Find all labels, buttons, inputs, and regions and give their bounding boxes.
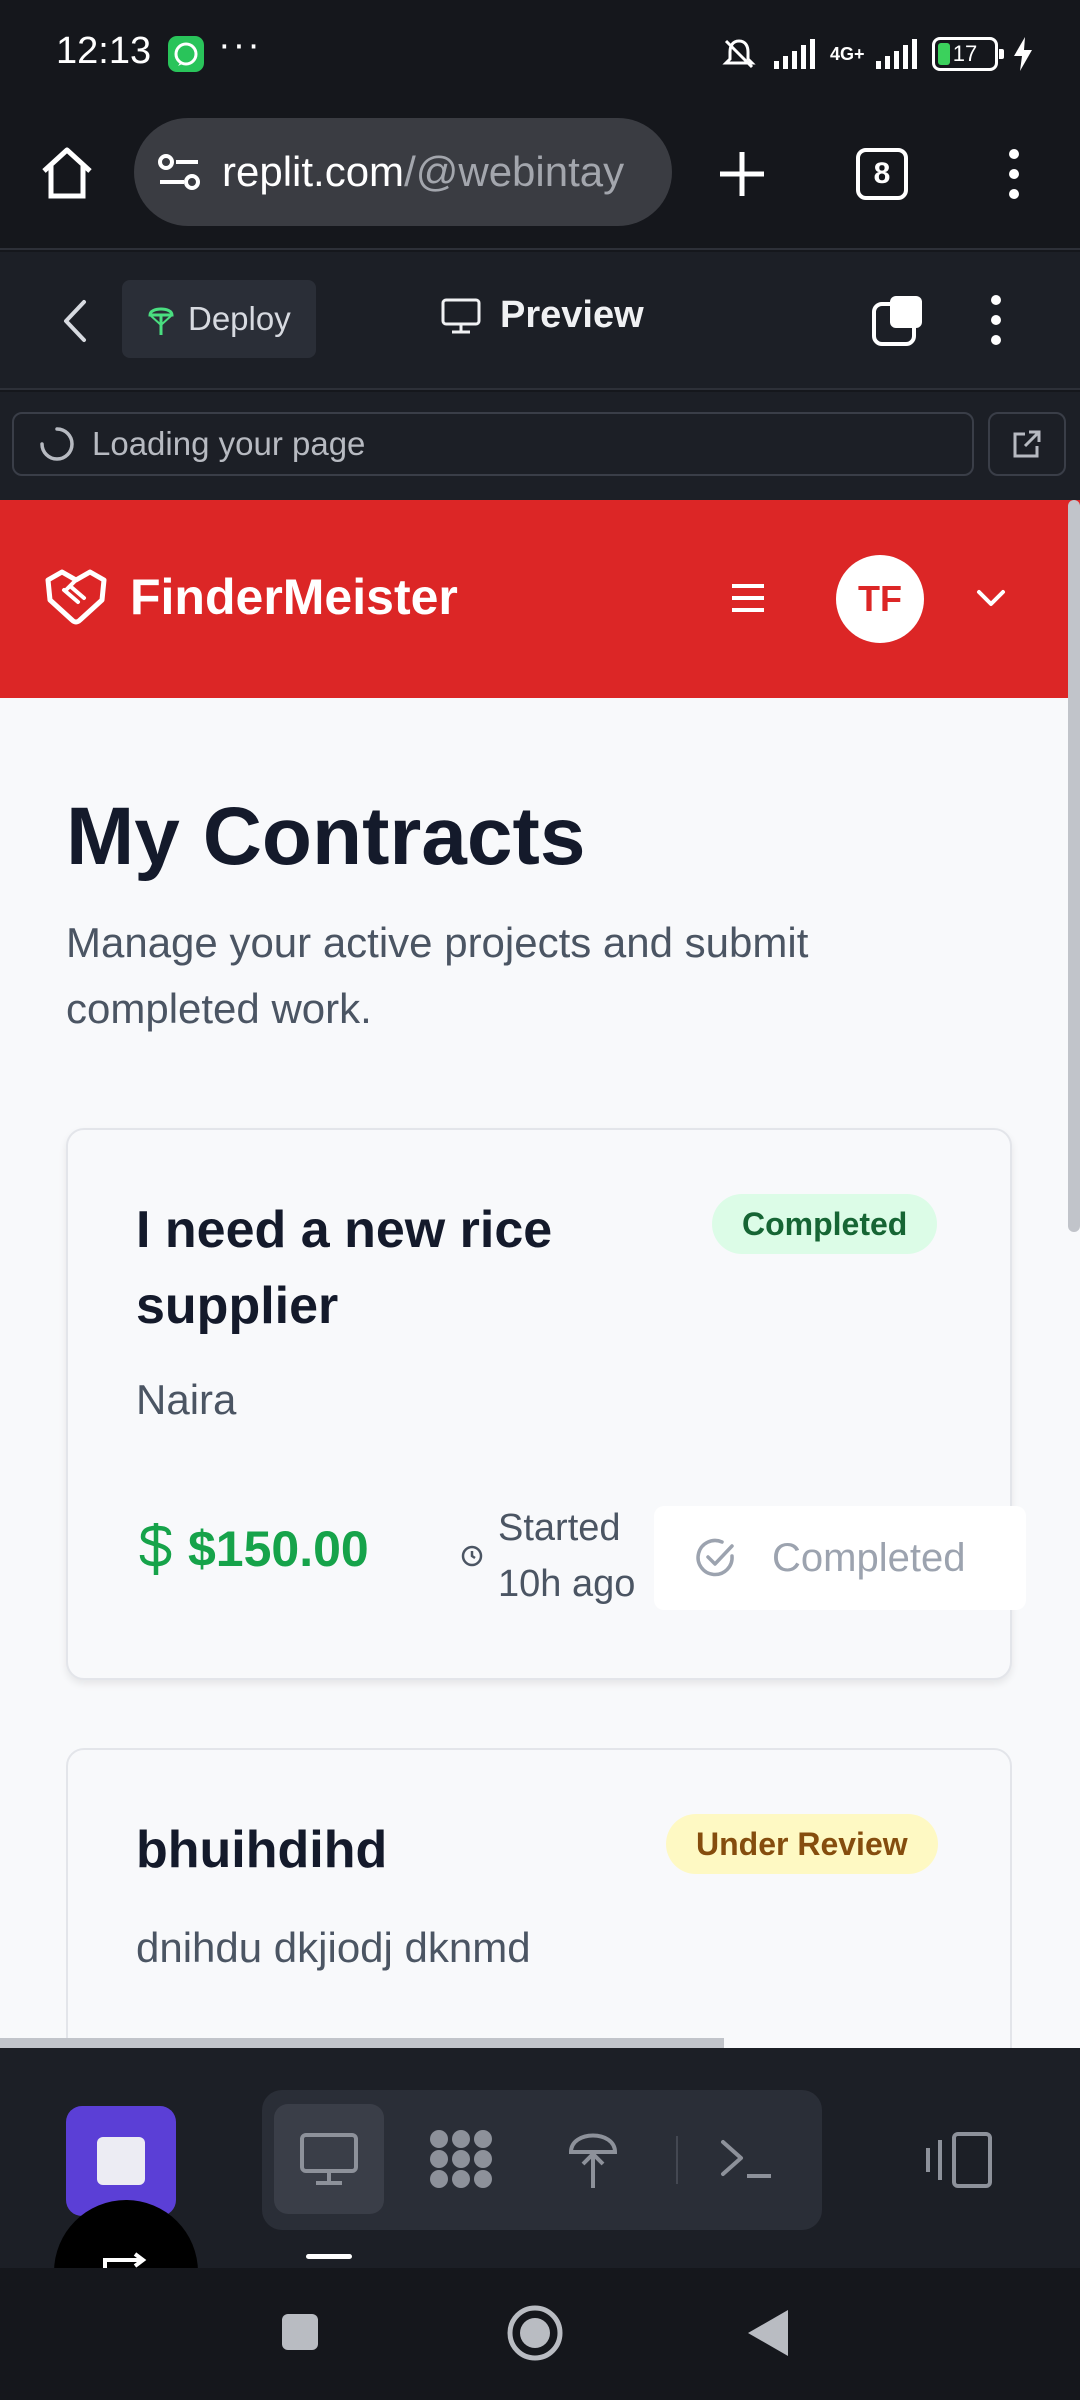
- browser-toolbar: replit.com/@webintay 8: [0, 110, 1080, 250]
- completed-action-button[interactable]: Completed: [654, 1506, 1026, 1610]
- tool-preview-button[interactable]: [274, 2104, 384, 2214]
- check-circle-icon: [694, 1536, 738, 1580]
- tab-switcher-button[interactable]: 8: [856, 148, 908, 200]
- brand-logo[interactable]: FinderMeister: [44, 568, 458, 626]
- tool-workflows-button[interactable]: [406, 2104, 516, 2214]
- status-icons: 4G+ 17: [720, 32, 1034, 76]
- tabs-icon[interactable]: [870, 292, 926, 348]
- signal-icon: [772, 39, 816, 69]
- deploy-button[interactable]: Deploy: [122, 280, 316, 358]
- tool-shell-button[interactable]: [692, 2104, 802, 2214]
- chevron-down-icon[interactable]: [976, 588, 1006, 608]
- contract-description: dnihdu dkjiodj dknmd: [136, 1924, 531, 1971]
- preview-label: Preview: [500, 294, 644, 336]
- address-bar[interactable]: replit.com/@webintay: [134, 118, 672, 226]
- monitor-icon: [440, 297, 482, 335]
- back-nav-icon[interactable]: [746, 2308, 790, 2358]
- hamburger-menu-icon[interactable]: [730, 582, 766, 614]
- loading-spinner-icon: [38, 425, 76, 463]
- clock-icon: [460, 1544, 484, 1568]
- page-title: My Contracts: [66, 791, 586, 882]
- vertical-scrollbar[interactable]: [1068, 500, 1080, 1232]
- site-settings-icon[interactable]: [158, 152, 202, 192]
- whatsapp-notification-icon: [168, 36, 204, 72]
- url-host: replit.com: [222, 148, 405, 195]
- completed-action-label: Completed: [772, 1535, 966, 1580]
- tool-deploy-button[interactable]: [538, 2104, 648, 2214]
- active-tool-indicator: [306, 2254, 352, 2259]
- contract-amount: $150.00: [138, 1520, 369, 1578]
- contract-card[interactable]: I need a new rice supplier Completed Nai…: [66, 1128, 1026, 1680]
- recents-icon[interactable]: [280, 2312, 320, 2352]
- deploy-icon: [565, 2126, 621, 2192]
- contract-title: I need a new rice supplier: [136, 1201, 553, 1335]
- back-icon[interactable]: [60, 298, 90, 344]
- battery-icon: 17: [932, 37, 1004, 71]
- user-avatar[interactable]: TF: [836, 555, 924, 643]
- status-time: 12:13: [56, 30, 152, 72]
- status-bar: 12:13 ··· 4G+ 17: [0, 0, 1080, 110]
- android-nav-bar: [0, 2268, 1080, 2400]
- tool-divider: [676, 2136, 678, 2184]
- network-type-label: 4G+: [830, 44, 865, 64]
- battery-level: 17: [952, 41, 978, 66]
- app-preview-viewport: FinderMeister TF My Contracts Manage you…: [0, 500, 1080, 2048]
- status-badge: Completed: [712, 1194, 938, 1254]
- status-badge: Under Review: [666, 1814, 938, 1874]
- replit-menu-icon[interactable]: [982, 294, 1010, 346]
- replit-toolbar: Deploy Preview: [0, 252, 1080, 390]
- amount-value: $150.00: [188, 1521, 369, 1577]
- more-notifications-icon: ···: [218, 24, 262, 66]
- preview-url-strip: Loading your page: [0, 392, 1080, 500]
- horizontal-scrollbar[interactable]: [0, 2038, 724, 2048]
- terminal-icon: [719, 2136, 775, 2182]
- started-text: Started 10h ago: [498, 1507, 636, 1605]
- preview-url-field[interactable]: Loading your page: [12, 412, 974, 476]
- deploy-label: Deploy: [188, 300, 291, 337]
- browser-menu-icon[interactable]: [1000, 148, 1028, 200]
- external-link-icon: [1011, 428, 1043, 460]
- apps-grid-icon: [427, 2127, 495, 2191]
- contract-description: Naira: [136, 1376, 237, 1423]
- new-tab-icon[interactable]: [716, 148, 768, 200]
- contract-card[interactable]: bhuihdihd Under Review dnihdu dkjiodj dk…: [66, 1748, 1012, 2048]
- home-icon[interactable]: [38, 144, 96, 202]
- loading-text: Loading your page: [92, 425, 366, 462]
- started-time: Started 10h ago: [460, 1500, 648, 1612]
- charging-icon: [1012, 37, 1034, 71]
- app-header: FinderMeister TF: [0, 500, 1080, 698]
- brand-name: FinderMeister: [130, 569, 458, 625]
- stop-square-icon: [96, 2136, 146, 2186]
- handshake-icon: [44, 568, 108, 626]
- tool-group: [262, 2090, 822, 2230]
- page-subtitle: Manage your active projects and submit c…: [66, 919, 809, 1032]
- contract-title: bhuihdihd: [136, 1821, 388, 1879]
- device-frame-icon[interactable]: [924, 2130, 994, 2190]
- url-path: /@webintay: [404, 148, 625, 195]
- signal-icon-2: [874, 39, 918, 69]
- open-in-new-tab-button[interactable]: [988, 412, 1066, 476]
- dollar-icon: [138, 1521, 174, 1577]
- preview-tab[interactable]: Preview: [440, 294, 644, 337]
- deploy-icon: [146, 301, 176, 337]
- monitor-icon: [298, 2131, 360, 2187]
- mute-icon: [720, 35, 758, 73]
- home-nav-icon[interactable]: [506, 2304, 564, 2362]
